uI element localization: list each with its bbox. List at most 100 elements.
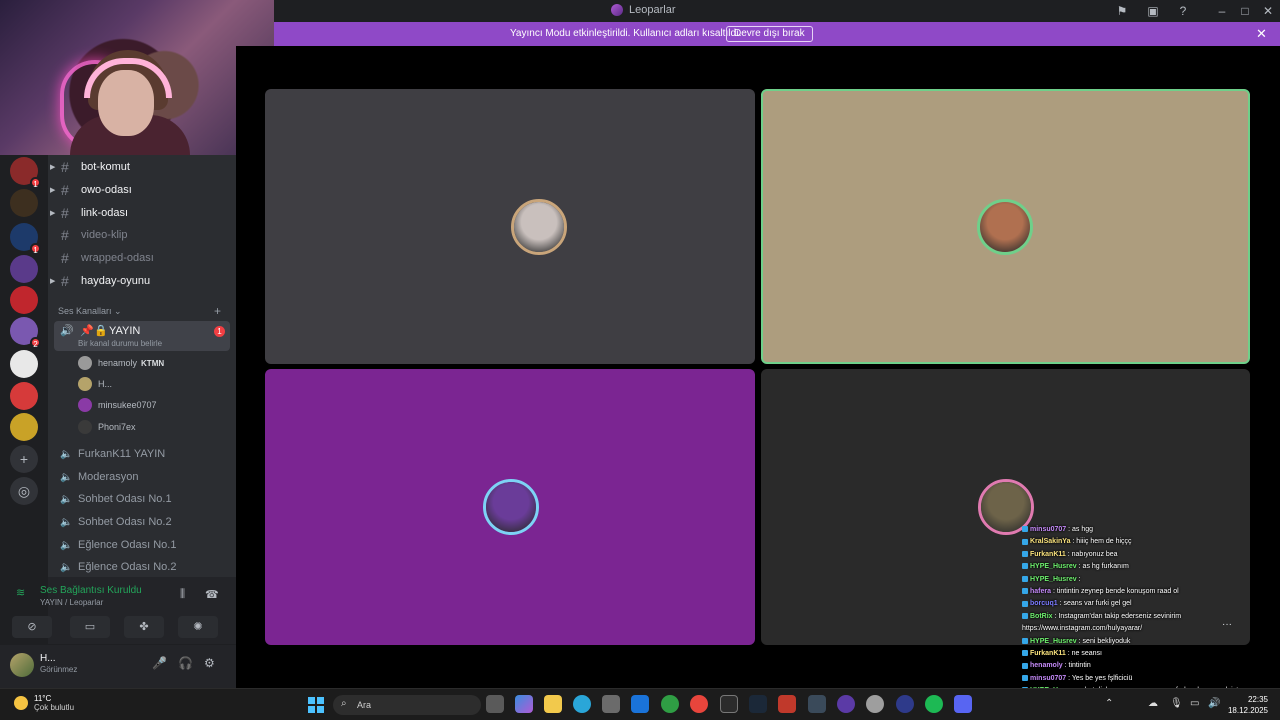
volume-icon[interactable]: 🔊	[1208, 698, 1220, 709]
help-icon[interactable]: ?	[1176, 4, 1190, 18]
disable-streamer-mode-button[interactable]: Devre dışı bırak	[726, 26, 813, 42]
chat-message: BotRix : Instagram'dan takip ederseniz s…	[1022, 611, 1276, 623]
outlook-icon[interactable]	[631, 695, 649, 713]
chevron-up-icon[interactable]: ⌃	[1105, 698, 1113, 709]
close-banner-icon[interactable]: ✕	[1256, 27, 1267, 40]
tray-app-icon[interactable]: ☁	[1148, 698, 1158, 709]
chat-username: HYPE_Husrev	[1030, 575, 1077, 583]
streamer-mode-banner: Yayıncı Modu etkinleştirildi. Kullanıcı …	[274, 22, 1280, 46]
search-box[interactable]: ⌕ Ara	[333, 695, 481, 715]
epic-games-icon[interactable]	[720, 695, 738, 713]
app-icon-blue[interactable]	[808, 695, 826, 713]
inbox-icon[interactable]: ⚑	[1115, 4, 1129, 18]
server-icon[interactable]: 1	[10, 223, 41, 255]
voice-channel-name: FurkanK11 YAYIN	[78, 448, 166, 460]
hash-icon: #	[61, 182, 69, 198]
speaker-icon: 🔈	[60, 561, 73, 573]
server-icon[interactable]	[10, 255, 38, 283]
activities-button[interactable]: ✤	[124, 616, 164, 638]
weather-widget[interactable]: 11°C Çok bulutlu	[14, 694, 74, 712]
signal-icon[interactable]: ≋	[16, 586, 25, 599]
voice-member[interactable]: henamoly KTMN	[78, 354, 164, 372]
text-channel[interactable]: ▶ # bot-komut	[50, 157, 230, 177]
task-view-icon[interactable]	[486, 695, 504, 713]
voice-category-text: Ses Kanalları	[58, 306, 112, 316]
voice-channel[interactable]: 🔈 Sohbet Odası No.2	[60, 512, 172, 532]
settings-gear-icon[interactable]: ⚙	[204, 656, 215, 670]
edge-icon[interactable]	[573, 695, 591, 713]
server-icon[interactable]	[10, 350, 38, 378]
file-explorer-icon[interactable]	[544, 695, 562, 713]
store-icon[interactable]	[602, 695, 620, 713]
voice-channel-active[interactable]: 🔊 📌 🔒 YAYIN Bir kanal durumu belirle 1	[54, 321, 230, 351]
soundboard-button[interactable]: ✺	[178, 616, 218, 638]
unread-indicator-icon: ▶	[50, 210, 56, 217]
text-channel[interactable]: ▶ # link-odası	[50, 203, 230, 223]
headphones-icon[interactable]: 🎧	[178, 656, 193, 670]
spotify-icon[interactable]	[925, 695, 943, 713]
server-icon[interactable]	[10, 286, 38, 314]
screen-icon[interactable]: ▣	[1146, 4, 1160, 18]
chat-text: https://www.instagram.com/hulyayarar/	[1022, 625, 1143, 633]
noise-icon[interactable]: ⫼	[180, 588, 185, 601]
chat-text: : seans var furki gel gel	[1059, 600, 1132, 608]
server-icon[interactable]	[10, 189, 38, 217]
server-icon[interactable]: 2	[10, 317, 41, 349]
server-icon[interactable]	[10, 382, 38, 410]
voice-member[interactable]: H...	[78, 375, 112, 393]
clock[interactable]: 22:35 18.12.2025	[1226, 694, 1268, 716]
voice-category-label[interactable]: Ses Kanalları ⌄	[58, 306, 122, 317]
member-name: Phoni7ex	[98, 422, 136, 432]
voice-channel[interactable]: 🔈 FurkanK11 YAYIN	[60, 444, 165, 464]
copilot-icon[interactable]	[515, 695, 533, 713]
app-icon-gray[interactable]	[866, 695, 884, 713]
participant-tile-speaking[interactable]	[761, 89, 1250, 364]
voice-channel[interactable]: 🔈 Eğlence Odası No.1	[60, 535, 176, 555]
app-icon-red[interactable]	[778, 695, 796, 713]
add-channel-icon[interactable]: +	[214, 304, 221, 318]
text-channel[interactable]: # video-klip	[56, 225, 230, 245]
channel-status-prompt[interactable]: Bir kanal durumu belirle	[78, 339, 162, 348]
participant-tile[interactable]	[265, 369, 755, 645]
app-icon-dark[interactable]	[896, 695, 914, 713]
voice-channel[interactable]: 🔈 Eğlence Odası No.2	[60, 557, 176, 577]
camera-off-button[interactable]: ⊘	[12, 616, 52, 638]
avatar	[78, 377, 92, 391]
maximize-icon[interactable]: □	[1238, 4, 1252, 18]
start-button[interactable]	[308, 697, 324, 713]
chat-message: borcuq1 : seans var furki gel gel	[1022, 598, 1276, 610]
add-server-icon[interactable]: +	[10, 445, 38, 473]
discover-icon[interactable]: ◎	[10, 477, 38, 505]
text-channel[interactable]: ▶ # hayday-oyunu	[50, 271, 230, 291]
steam-icon[interactable]	[749, 695, 767, 713]
app-icon-green[interactable]	[661, 695, 679, 713]
voice-member[interactable]: minsukee0707	[78, 396, 157, 414]
voice-status[interactable]: Ses Bağlantısı Kuruldu	[40, 585, 142, 596]
chat-message: hafera : tintintin zeynep bende konuşom …	[1022, 586, 1276, 598]
network-icon[interactable]: ▭	[1190, 698, 1199, 709]
server-icon[interactable]: 1	[10, 157, 41, 189]
microphone-icon[interactable]: 🎤	[152, 656, 167, 670]
participant-tile[interactable]	[265, 89, 755, 364]
avatar[interactable]	[10, 653, 34, 677]
minimize-icon[interactable]: –	[1215, 4, 1229, 18]
screen-share-button[interactable]: ▭	[70, 616, 110, 638]
voice-location[interactable]: YAYIN / Leoparlar	[40, 598, 103, 607]
disconnect-icon[interactable]: ☎	[205, 588, 219, 601]
server-icon[interactable]	[10, 413, 38, 441]
microphone-tray-icon[interactable]: 🎙	[1170, 698, 1183, 709]
user-name[interactable]: H...	[40, 653, 56, 664]
unread-indicator-icon: ▶	[50, 278, 56, 285]
text-channel[interactable]: ▶ # owo-odası	[50, 180, 230, 200]
app-icon-purple[interactable]	[837, 695, 855, 713]
voice-member[interactable]: Phoni7ex	[78, 418, 136, 436]
text-channel[interactable]: # wrapped-odası	[56, 248, 230, 268]
voice-channel[interactable]: 🔈 Moderasyon	[60, 467, 139, 487]
chat-username: HYPE_Husrev	[1030, 637, 1077, 645]
voice-channel[interactable]: 🔈 Sohbet Odası No.1	[60, 489, 172, 509]
chat-text: : hiiiç hem de hiççç	[1072, 538, 1132, 546]
discord-icon[interactable]	[954, 695, 972, 713]
window-title: Leoparlar	[611, 4, 675, 16]
chrome-icon[interactable]	[690, 695, 708, 713]
close-window-icon[interactable]: ✕	[1261, 4, 1275, 18]
